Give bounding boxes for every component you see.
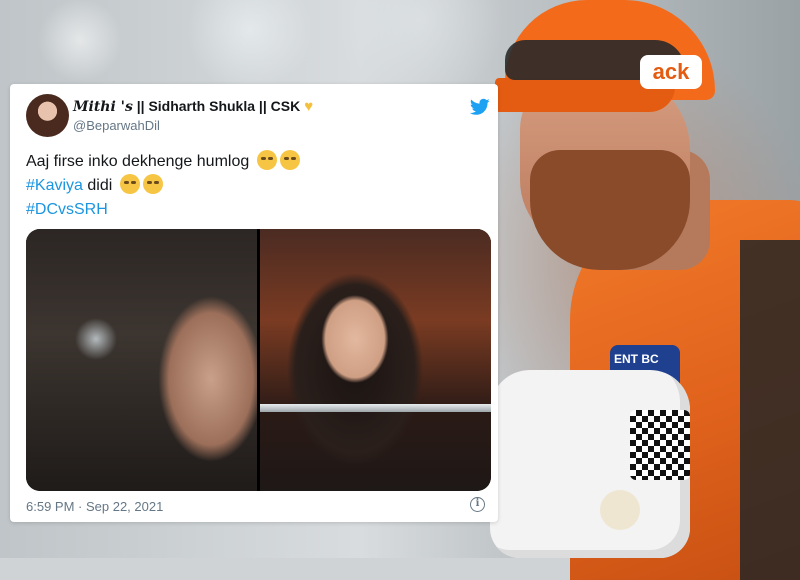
tweet-line-1: Aaj firse inko dekhenge humlog xyxy=(26,150,486,174)
user-handle[interactable]: @BeparwahDil xyxy=(73,118,160,133)
tweet-card[interactable]: 𝑴𝒊𝒕𝒉𝒊 '𝒔 || Sidharth Shukla || CSK ♥ @Bep… xyxy=(10,84,498,522)
emoji-icon xyxy=(119,174,140,194)
heart-icon: ♥ xyxy=(304,98,314,115)
emoji-icon xyxy=(142,174,163,194)
stand-railing xyxy=(260,404,491,412)
hashtag-link[interactable]: #Kaviya xyxy=(26,177,83,194)
tweet-timestamp[interactable]: 6:59 PM · Sep 22, 2021 xyxy=(26,499,163,514)
avatar[interactable] xyxy=(26,94,69,137)
bat-handle xyxy=(600,490,640,530)
glove-strap xyxy=(630,410,690,480)
player-beard xyxy=(530,150,690,270)
display-name[interactable]: 𝑴𝒊𝒕𝒉𝒊 '𝒔 || Sidharth Shukla || CSK ♥ xyxy=(73,98,453,115)
tweet-line-1-text: Aaj firse inko dekhenge humlog xyxy=(26,153,250,170)
tweet-text: Aaj firse inko dekhenge humlog #Kaviya d… xyxy=(26,150,486,222)
cricket-player-image: ack ENT BC xyxy=(480,0,800,580)
display-name-styled: 𝑴𝒊𝒕𝒉𝒊 '𝒔 xyxy=(73,99,133,115)
emoji-icon xyxy=(256,150,277,170)
display-name-text: || Sidharth Shukla || CSK xyxy=(132,98,301,114)
emoji-icon xyxy=(279,150,300,170)
info-icon[interactable]: i xyxy=(470,497,485,512)
cap-sponsor-logo: ack xyxy=(640,55,702,89)
twitter-bird-icon[interactable] xyxy=(470,98,490,116)
tweet-line-3: #DCvsSRH xyxy=(26,198,486,222)
player-jersey-stripe xyxy=(740,240,800,580)
media-image-right[interactable] xyxy=(260,229,491,491)
media-image-left[interactable] xyxy=(26,229,257,491)
tweet-line-2: #Kaviya didi xyxy=(26,174,486,198)
tweet-media[interactable] xyxy=(26,229,491,491)
tweet-line-2-text: didi xyxy=(82,177,113,194)
hashtag-link[interactable]: #DCvsSRH xyxy=(26,201,108,218)
